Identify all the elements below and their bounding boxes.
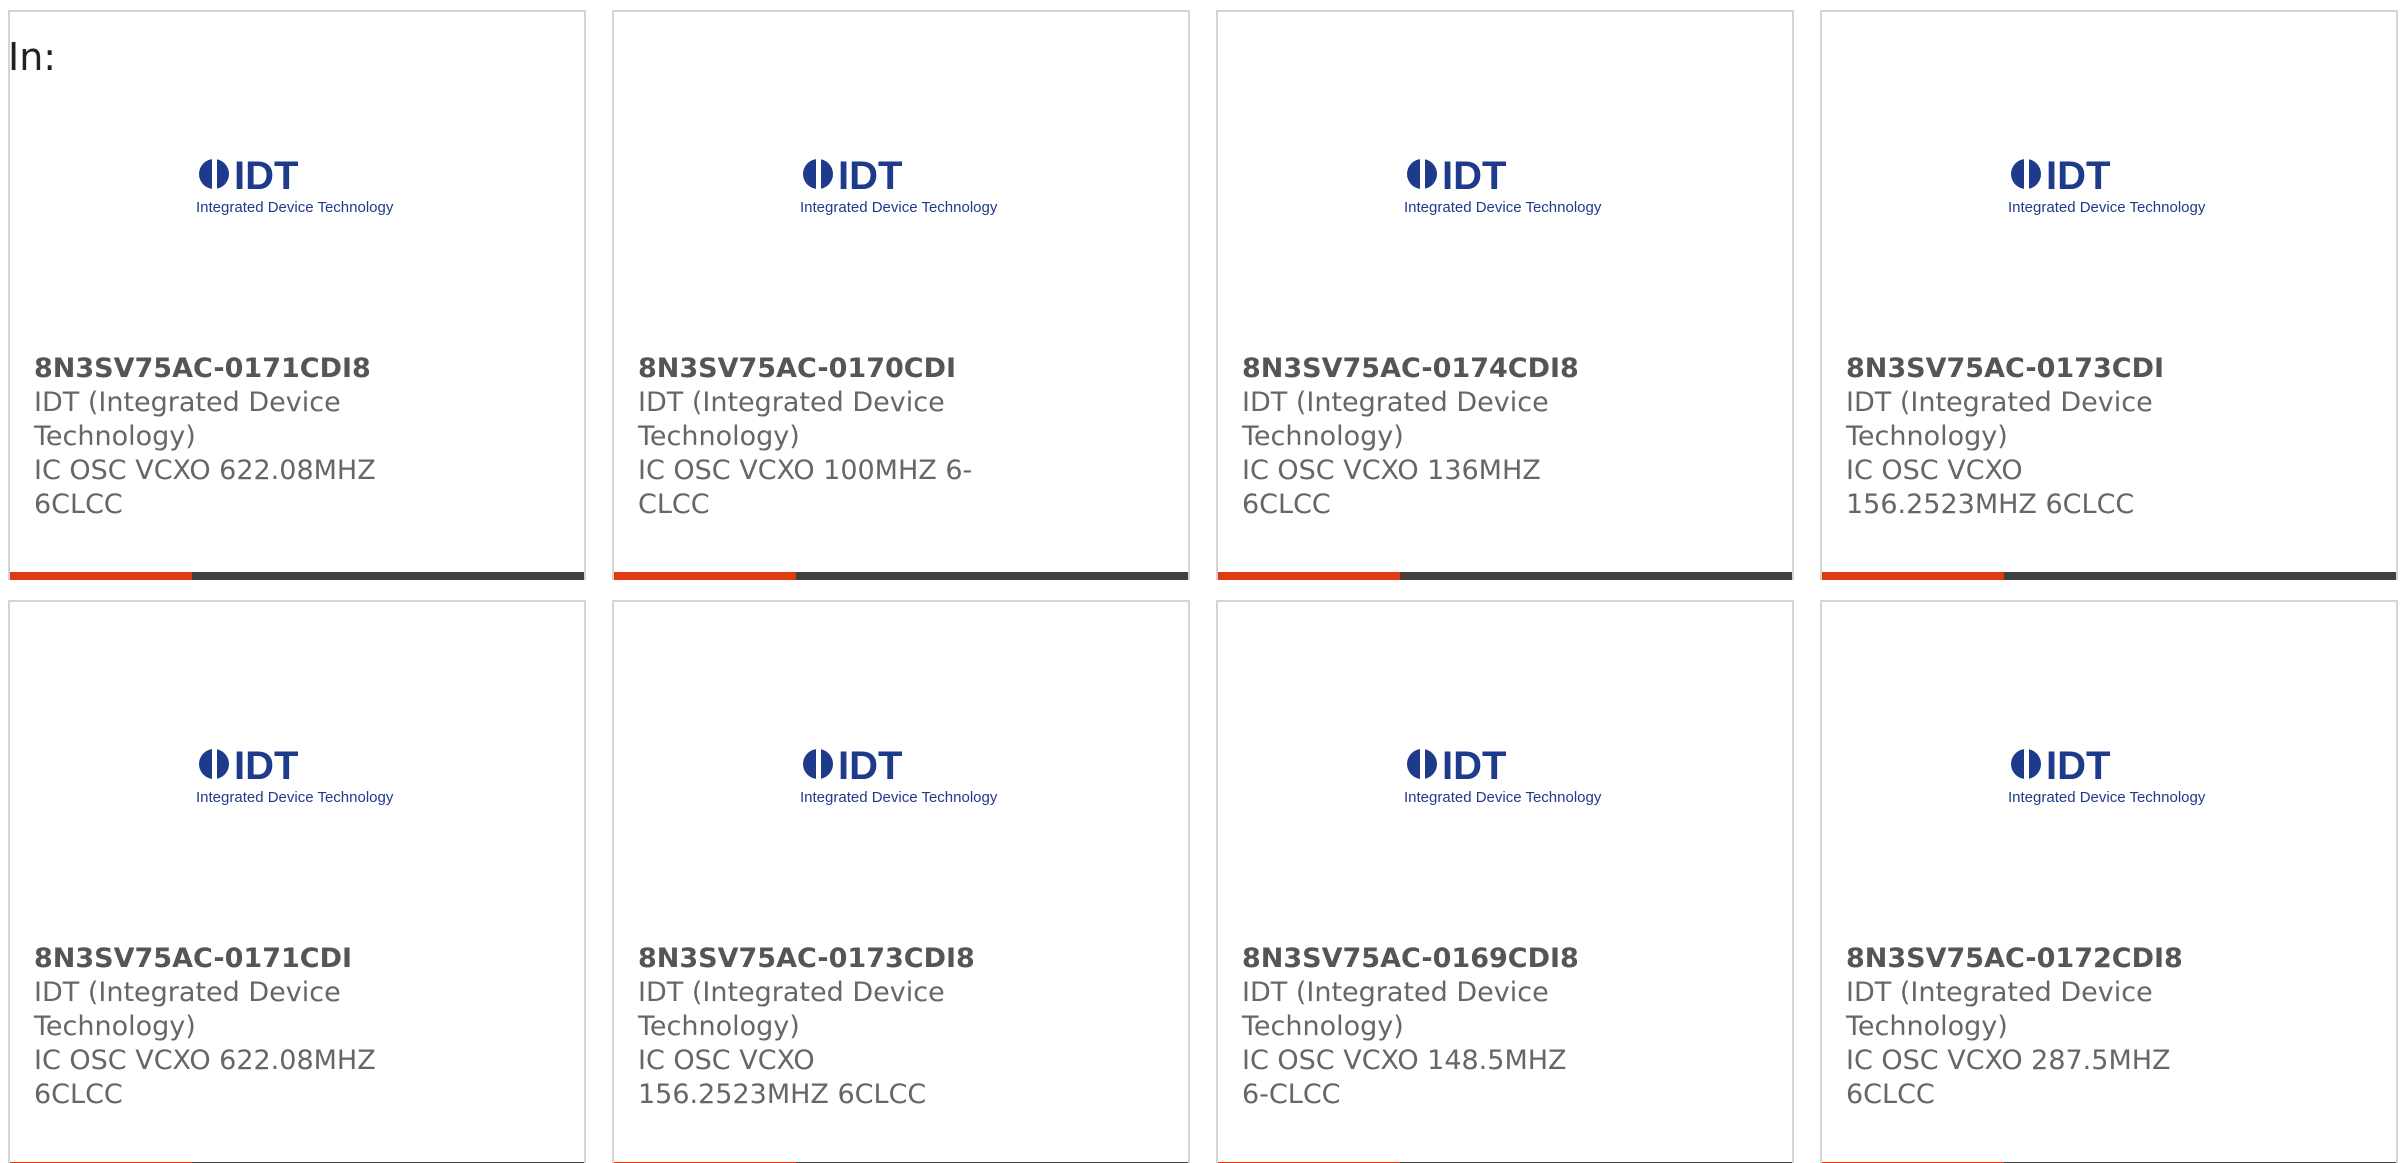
page: In: IDT Integrated Device Technology 8N3… <box>0 0 2400 1163</box>
product-card-7[interactable]: IDT Integrated Device Technology 8N3SV75… <box>1216 600 1794 1163</box>
part-number[interactable]: 8N3SV75AC-0171CDI8 <box>34 352 394 386</box>
product-info: 8N3SV75AC-0174CDI8 IDT (Integrated Devic… <box>1242 352 1602 522</box>
idt-logo-icon: IDT Integrated Device Technology <box>1404 152 1624 232</box>
idt-logo-icon: IDT Integrated Device Technology <box>2008 152 2228 232</box>
product-description: IC OSC VCXO 156.2523MHZ 6CLCC <box>638 1045 927 1110</box>
svg-text:Integrated Device Technology: Integrated Device Technology <box>196 789 394 806</box>
svg-text:IDT: IDT <box>1442 744 1506 788</box>
card-footer-bar <box>614 572 1188 580</box>
product-info: 8N3SV75AC-0170CDI IDT (Integrated Device… <box>638 352 998 522</box>
card-footer-accent <box>10 572 192 580</box>
product-info: 8N3SV75AC-0173CDI IDT (Integrated Device… <box>1846 352 2206 522</box>
part-number[interactable]: 8N3SV75AC-0169CDI8 <box>1242 942 1602 976</box>
manufacturer-name: IDT (Integrated Device Technology) <box>1846 977 2153 1042</box>
product-card-3[interactable]: IDT Integrated Device Technology 8N3SV75… <box>1216 10 1794 580</box>
idt-logo-icon: IDT Integrated Device Technology <box>2008 742 2228 822</box>
product-info: 8N3SV75AC-0171CDI8 IDT (Integrated Devic… <box>34 352 394 522</box>
svg-text:Integrated Device Technology: Integrated Device Technology <box>2008 199 2206 216</box>
svg-text:Integrated Device Technology: Integrated Device Technology <box>196 199 394 216</box>
product-info: 8N3SV75AC-0173CDI8 IDT (Integrated Devic… <box>638 942 998 1112</box>
product-card-1[interactable]: IDT Integrated Device Technology 8N3SV75… <box>8 10 586 580</box>
card-footer-bar <box>1822 572 2396 580</box>
idt-logo-icon: IDT Integrated Device Technology <box>800 152 1020 232</box>
card-footer-accent <box>1218 572 1400 580</box>
svg-text:IDT: IDT <box>1442 154 1506 198</box>
card-footer-bar <box>10 572 584 580</box>
manufacturer-name: IDT (Integrated Device Technology) <box>1846 387 2153 452</box>
svg-text:IDT: IDT <box>2046 744 2110 788</box>
svg-text:Integrated Device Technology: Integrated Device Technology <box>800 789 998 806</box>
part-number[interactable]: 8N3SV75AC-0173CDI8 <box>638 942 998 976</box>
manufacturer-name: IDT (Integrated Device Technology) <box>638 387 945 452</box>
product-card-2[interactable]: IDT Integrated Device Technology 8N3SV75… <box>612 10 1190 580</box>
product-description: IC OSC VCXO 156.2523MHZ 6CLCC <box>1846 455 2135 520</box>
part-number[interactable]: 8N3SV75AC-0171CDI <box>34 942 394 976</box>
svg-text:Integrated Device Technology: Integrated Device Technology <box>2008 789 2206 806</box>
part-number[interactable]: 8N3SV75AC-0170CDI <box>638 352 998 386</box>
product-grid: IDT Integrated Device Technology 8N3SV75… <box>8 10 2398 1163</box>
product-card-6[interactable]: IDT Integrated Device Technology 8N3SV75… <box>612 600 1190 1163</box>
filter-label: In: <box>8 35 57 79</box>
card-footer-accent <box>614 572 796 580</box>
product-description: IC OSC VCXO 148.5MHZ 6-CLCC <box>1242 1045 1567 1110</box>
svg-text:IDT: IDT <box>234 154 298 198</box>
svg-text:IDT: IDT <box>838 744 902 788</box>
product-description: IC OSC VCXO 622.08MHZ 6CLCC <box>34 455 376 520</box>
product-info: 8N3SV75AC-0169CDI8 IDT (Integrated Devic… <box>1242 942 1602 1112</box>
manufacturer-name: IDT (Integrated Device Technology) <box>638 977 945 1042</box>
product-description: IC OSC VCXO 287.5MHZ 6CLCC <box>1846 1045 2171 1110</box>
part-number[interactable]: 8N3SV75AC-0173CDI <box>1846 352 2206 386</box>
product-description: IC OSC VCXO 622.08MHZ 6CLCC <box>34 1045 376 1110</box>
manufacturer-name: IDT (Integrated Device Technology) <box>34 387 341 452</box>
manufacturer-name: IDT (Integrated Device Technology) <box>1242 977 1549 1042</box>
part-number[interactable]: 8N3SV75AC-0172CDI8 <box>1846 942 2206 976</box>
part-number[interactable]: 8N3SV75AC-0174CDI8 <box>1242 352 1602 386</box>
svg-text:Integrated Device Technology: Integrated Device Technology <box>1404 199 1602 216</box>
manufacturer-name: IDT (Integrated Device Technology) <box>34 977 341 1042</box>
product-card-4[interactable]: IDT Integrated Device Technology 8N3SV75… <box>1820 10 2398 580</box>
product-description: IC OSC VCXO 100MHZ 6-CLCC <box>638 455 973 520</box>
manufacturer-name: IDT (Integrated Device Technology) <box>1242 387 1549 452</box>
product-info: 8N3SV75AC-0171CDI IDT (Integrated Device… <box>34 942 394 1112</box>
idt-logo-icon: IDT Integrated Device Technology <box>800 742 1020 822</box>
product-description: IC OSC VCXO 136MHZ 6CLCC <box>1242 455 1541 520</box>
idt-logo-icon: IDT Integrated Device Technology <box>196 742 416 822</box>
product-card-5[interactable]: IDT Integrated Device Technology 8N3SV75… <box>8 600 586 1163</box>
card-footer-accent <box>1822 572 2004 580</box>
svg-text:Integrated Device Technology: Integrated Device Technology <box>1404 789 1602 806</box>
product-info: 8N3SV75AC-0172CDI8 IDT (Integrated Devic… <box>1846 942 2206 1112</box>
svg-text:IDT: IDT <box>838 154 902 198</box>
svg-text:Integrated Device Technology: Integrated Device Technology <box>800 199 998 216</box>
idt-logo-icon: IDT Integrated Device Technology <box>196 152 416 232</box>
svg-text:IDT: IDT <box>234 744 298 788</box>
card-footer-bar <box>1218 572 1792 580</box>
svg-text:IDT: IDT <box>2046 154 2110 198</box>
idt-logo-icon: IDT Integrated Device Technology <box>1404 742 1624 822</box>
product-card-8[interactable]: IDT Integrated Device Technology 8N3SV75… <box>1820 600 2398 1163</box>
